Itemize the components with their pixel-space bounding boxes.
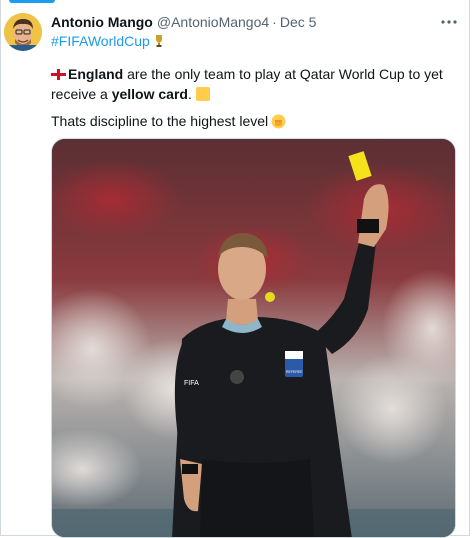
yellow-square-icon [195,87,210,101]
author-handle[interactable]: @AntonioMango4 [157,14,269,30]
tweet-header: Antonio Mango @AntonioMango4 · Dec 5 [51,13,316,31]
more-icon[interactable] [437,12,461,32]
tweet-card[interactable]: Antonio Mango @AntonioMango4 · Dec 5 #FI… [0,0,470,538]
tweet-text-line2: Thats discipline to the highest level [51,111,286,131]
separator-dot: · [272,14,277,30]
text-segment-2: . [187,86,192,102]
top-accent-bar [9,0,55,3]
text-bold-england: England [68,66,124,82]
tweet-media-image[interactable]: FIFA REFEREE [51,138,456,538]
badge-text: REFEREE [286,370,303,374]
avatar[interactable] [4,13,42,51]
author-name[interactable]: Antonio Mango [51,14,153,30]
text-line2: Thats discipline to the highest level [51,113,269,129]
hashtag-link[interactable]: #FIFAWorldCup [51,33,150,49]
england-flag-icon [51,69,66,80]
trophy-icon [154,34,164,48]
text-bold-yellow-card: yellow card [111,86,188,102]
avatar-image [4,13,42,51]
hashtag-line: #FIFAWorldCup [51,32,164,50]
tweet-date[interactable]: Dec 5 [280,14,317,30]
referee-photo: FIFA REFEREE [52,139,455,537]
sleeve-fifa-text: FIFA [184,380,199,387]
raised-fist-icon [271,114,286,129]
tweet-text: England are the only team to play at Qat… [51,64,461,104]
